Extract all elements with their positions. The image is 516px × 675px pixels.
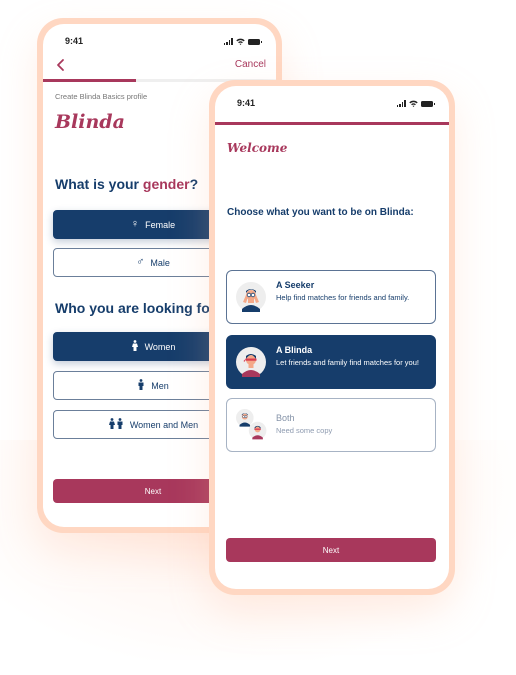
female-symbol-icon: ♀ (130, 218, 140, 230)
battery-icon (248, 39, 262, 45)
status-bar: 9:41 (43, 36, 276, 50)
role-title: A Blinda (276, 345, 313, 355)
header-divider (215, 122, 449, 125)
brand-logo: Blinda (55, 111, 125, 133)
blinda-avatar-icon (236, 347, 266, 377)
role-card-both[interactable]: Both Need some copy (226, 398, 436, 452)
man-icon (137, 378, 145, 393)
role-description: Let friends and family find matches for … (276, 358, 419, 367)
gender-question: What is your gender? (55, 176, 199, 192)
wifi-icon (236, 38, 245, 45)
cellular-signal-icon (396, 100, 406, 107)
status-time: 9:41 (65, 36, 84, 46)
role-prompt: Choose what you want to be on Blinda: (227, 207, 414, 218)
phone-mockup-welcome: 9:41 Welcome Choose what you want to be … (209, 80, 455, 595)
wifi-icon (409, 100, 418, 107)
chevron-left-icon (57, 59, 64, 71)
status-bar: 9:41 (215, 98, 449, 112)
status-time: 9:41 (237, 98, 256, 108)
woman-icon (131, 339, 139, 354)
male-symbol-icon: ♂ (136, 256, 145, 268)
battery-icon (421, 101, 435, 107)
role-card-seeker[interactable]: A Seeker Help find matches for friends a… (226, 270, 436, 324)
role-description: Need some copy (276, 426, 333, 435)
cellular-signal-icon (223, 38, 233, 45)
role-card-blinda[interactable]: A Blinda Let friends and family find mat… (226, 335, 436, 389)
role-title: Both (276, 413, 295, 423)
looking-for-question: Who you are looking for (55, 300, 216, 316)
both-avatar-icon (236, 409, 267, 440)
welcome-screen: 9:41 Welcome Choose what you want to be … (215, 86, 449, 589)
seeker-avatar-icon (236, 282, 266, 312)
role-title: A Seeker (276, 280, 315, 290)
screen-subtitle: Create Blinda Basics profile (55, 92, 148, 101)
back-button[interactable] (53, 57, 69, 73)
next-button[interactable]: Next (226, 538, 436, 562)
welcome-title: Welcome (227, 141, 288, 155)
progress-fill (43, 79, 137, 82)
woman-and-man-icon (108, 417, 124, 432)
role-description: Help find matches for friends and family… (276, 293, 410, 302)
cancel-button[interactable]: Cancel (235, 59, 266, 70)
